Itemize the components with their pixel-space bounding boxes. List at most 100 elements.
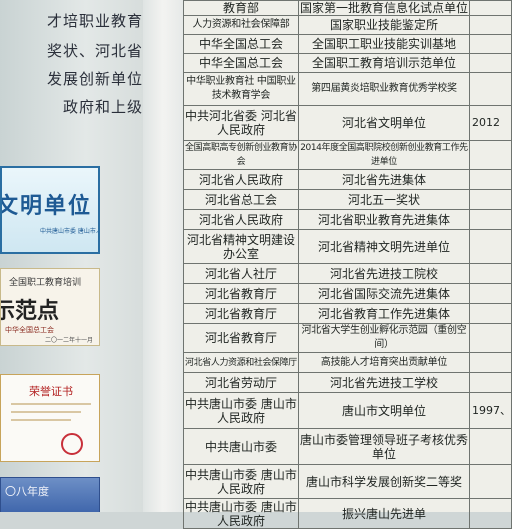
org-cell: 人力资源和社会保障部: [183, 15, 299, 35]
seal-icon: [61, 433, 83, 455]
honor-cell: 全国职工教育培训示范单位: [297, 53, 470, 73]
year-plaque: 〇八年度: [0, 477, 100, 512]
plaque-subtitle: 中共唐山市委 唐山市人民政府: [40, 228, 98, 235]
org-cell: 教育部: [183, 0, 299, 16]
honor-cell: 河北省大学生创业孵化示范园（重创空间）: [297, 323, 470, 353]
honor-certificate: 荣誉证书: [0, 374, 100, 462]
certificate-rule: [11, 419, 71, 421]
intro-line: 发展创新单位: [46, 70, 143, 88]
training-demo-plaque: 全国职工教育培训 示范点 中华全国总工会 二〇一二年十一月: [0, 268, 100, 346]
honor-cell: 河北省文明单位: [297, 105, 470, 141]
plaque-issuer: 中华全国总工会: [5, 326, 54, 334]
intro-line: 才培职业教育: [46, 12, 143, 30]
honor-cell: 振兴唐山先进单: [297, 498, 470, 529]
table-row: 河北省劳动厅 河北省先进技工学校: [183, 372, 512, 393]
honor-cell: 河北省先进集体: [297, 169, 470, 190]
plaque-title: 文明单位: [0, 194, 93, 219]
table-row: 河北省教育厅 河北省教育工作先进集体: [183, 303, 512, 324]
org-cell: 河北省人力资源和社会保障厅: [183, 352, 299, 373]
year-cell: [468, 209, 512, 230]
year-cell: [468, 169, 512, 190]
honor-cell: 河北省先进技工院校: [297, 263, 470, 284]
honor-cell: 2014年度全国高职院校创新创业教育工作先进单位: [297, 140, 470, 170]
org-cell: 中共唐山市委 唐山市人民政府: [183, 392, 299, 429]
plaque-date: 二〇一二年十一月: [45, 337, 94, 344]
honor-cell: 河北省先进技工学校: [297, 372, 470, 393]
year-cell: [468, 15, 512, 35]
table-row: 全国高职高专创新创业教育协会 2014年度全国高职院校创新创业教育工作先进单位: [183, 140, 512, 170]
year-cell: 1997、: [468, 392, 512, 429]
org-cell: 中共唐山市委 唐山市人民政府: [183, 498, 299, 529]
honor-table: 教育部 国家第一批教育信息化试点单位 人力资源和社会保障部 国家职业技能鉴定所 …: [183, 0, 512, 529]
table-row: 河北省精神文明建设办公室 河北省精神文明先进单位: [183, 229, 512, 264]
table-row: 中华全国总工会 全国职工教育培训示范单位: [183, 53, 512, 73]
table-row: 河北省教育厅 河北省国际交流先进集体: [183, 283, 512, 304]
table-row: 中共唐山市委 唐山市人民政府 唐山市文明单位 1997、: [183, 392, 512, 429]
honor-cell: 河北五一奖状: [297, 189, 470, 210]
table-row: 教育部 国家第一批教育信息化试点单位: [183, 0, 512, 16]
honor-cell: 第四届黄炎培职业教育优秀学校奖: [297, 72, 470, 106]
honor-cell: 唐山市文明单位: [297, 392, 470, 429]
year-cell: [468, 263, 512, 284]
org-cell: 中华全国总工会: [183, 53, 299, 73]
honor-cell: 全国职工职业技能实训基地: [297, 34, 470, 54]
org-cell: 中共唐山市委 唐山市人民政府: [183, 464, 299, 499]
org-cell: 河北省教育厅: [183, 303, 299, 324]
org-cell: 河北省人民政府: [183, 209, 299, 230]
table-row: 河北省人民政府 河北省先进集体: [183, 169, 512, 190]
org-cell: 中共河北省委 河北省人民政府: [183, 105, 299, 141]
wall-divider: [143, 0, 183, 512]
table-row: 中共唐山市委 唐山市委管理领导班子考核优秀单位: [183, 428, 512, 465]
table-row: 河北省总工会 河北五一奖状: [183, 189, 512, 210]
civilized-unit-plaque: 文明单位 中共唐山市委 唐山市人民政府: [0, 166, 100, 254]
honor-cell: 唐山市委管理领导班子考核优秀单位: [297, 428, 470, 465]
year-cell: [468, 464, 512, 499]
year-cell: [468, 428, 512, 465]
honor-cell: 河北省国际交流先进集体: [297, 283, 470, 304]
org-cell: 河北省劳动厅: [183, 372, 299, 393]
table-row: 中共河北省委 河北省人民政府 河北省文明单位 2012: [183, 105, 512, 141]
year-cell: [468, 140, 512, 170]
certificate-rule: [11, 403, 91, 405]
honor-table-sheet: 教育部 国家第一批教育信息化试点单位 人力资源和社会保障部 国家职业技能鉴定所 …: [183, 0, 512, 529]
certificate-title: 荣誉证书: [29, 385, 73, 398]
intro-line: 政府和上级: [62, 98, 143, 116]
year-cell: [468, 72, 512, 106]
year-cell: [468, 189, 512, 210]
table-row: 河北省人社厅 河北省先进技工院校: [183, 263, 512, 284]
year-cell: [468, 283, 512, 304]
org-cell: 河北省精神文明建设办公室: [183, 229, 299, 264]
table-row: 中华全国总工会 全国职工职业技能实训基地: [183, 34, 512, 54]
org-cell: 河北省教育厅: [183, 323, 299, 353]
year-cell: [468, 498, 512, 529]
honor-cell: 河北省职业教育先进集体: [297, 209, 470, 230]
table-row: 中共唐山市委 唐山市人民政府 振兴唐山先进单: [183, 498, 512, 529]
year-cell: [468, 323, 512, 353]
org-cell: 中共唐山市委: [183, 428, 299, 465]
org-cell: 河北省总工会: [183, 189, 299, 210]
left-panel: 才培职业教育 奖状、河北省 发展创新单位 政府和上级 文明单位 中共唐山市委 唐…: [0, 0, 143, 512]
table-row: 河北省人力资源和社会保障厅 高技能人才培育突出贡献单位: [183, 352, 512, 373]
plaque-title: 示范点: [1, 299, 60, 324]
org-cell: 河北省教育厅: [183, 283, 299, 304]
year-cell: [468, 229, 512, 264]
intro-line: 奖状、河北省: [46, 42, 143, 60]
honor-cell: 河北省教育工作先进集体: [297, 303, 470, 324]
honor-cell: 唐山市科学发展创新奖二等奖: [297, 464, 470, 499]
year-cell: [468, 372, 512, 393]
honor-cell: 高技能人才培育突出贡献单位: [297, 352, 470, 373]
table-row: 中华职业教育社 中国职业技术教育学会 第四届黄炎培职业教育优秀学校奖: [183, 72, 512, 106]
plaque-title: 〇八年度: [5, 485, 49, 498]
table-row: 河北省人民政府 河北省职业教育先进集体: [183, 209, 512, 230]
honor-cell: 国家职业技能鉴定所: [297, 15, 470, 35]
org-cell: 中华全国总工会: [183, 34, 299, 54]
table-row: 中共唐山市委 唐山市人民政府 唐山市科学发展创新奖二等奖: [183, 464, 512, 499]
org-cell: 全国高职高专创新创业教育协会: [183, 140, 299, 170]
plaque-line: 全国职工教育培训: [9, 278, 82, 288]
org-cell: 中华职业教育社 中国职业技术教育学会: [183, 72, 299, 106]
honor-cell: 河北省精神文明先进单位: [297, 229, 470, 264]
org-cell: 河北省人社厅: [183, 263, 299, 284]
year-cell: [468, 303, 512, 324]
table-row: 河北省教育厅 河北省大学生创业孵化示范园（重创空间）: [183, 323, 512, 353]
certificate-rule: [11, 411, 81, 413]
